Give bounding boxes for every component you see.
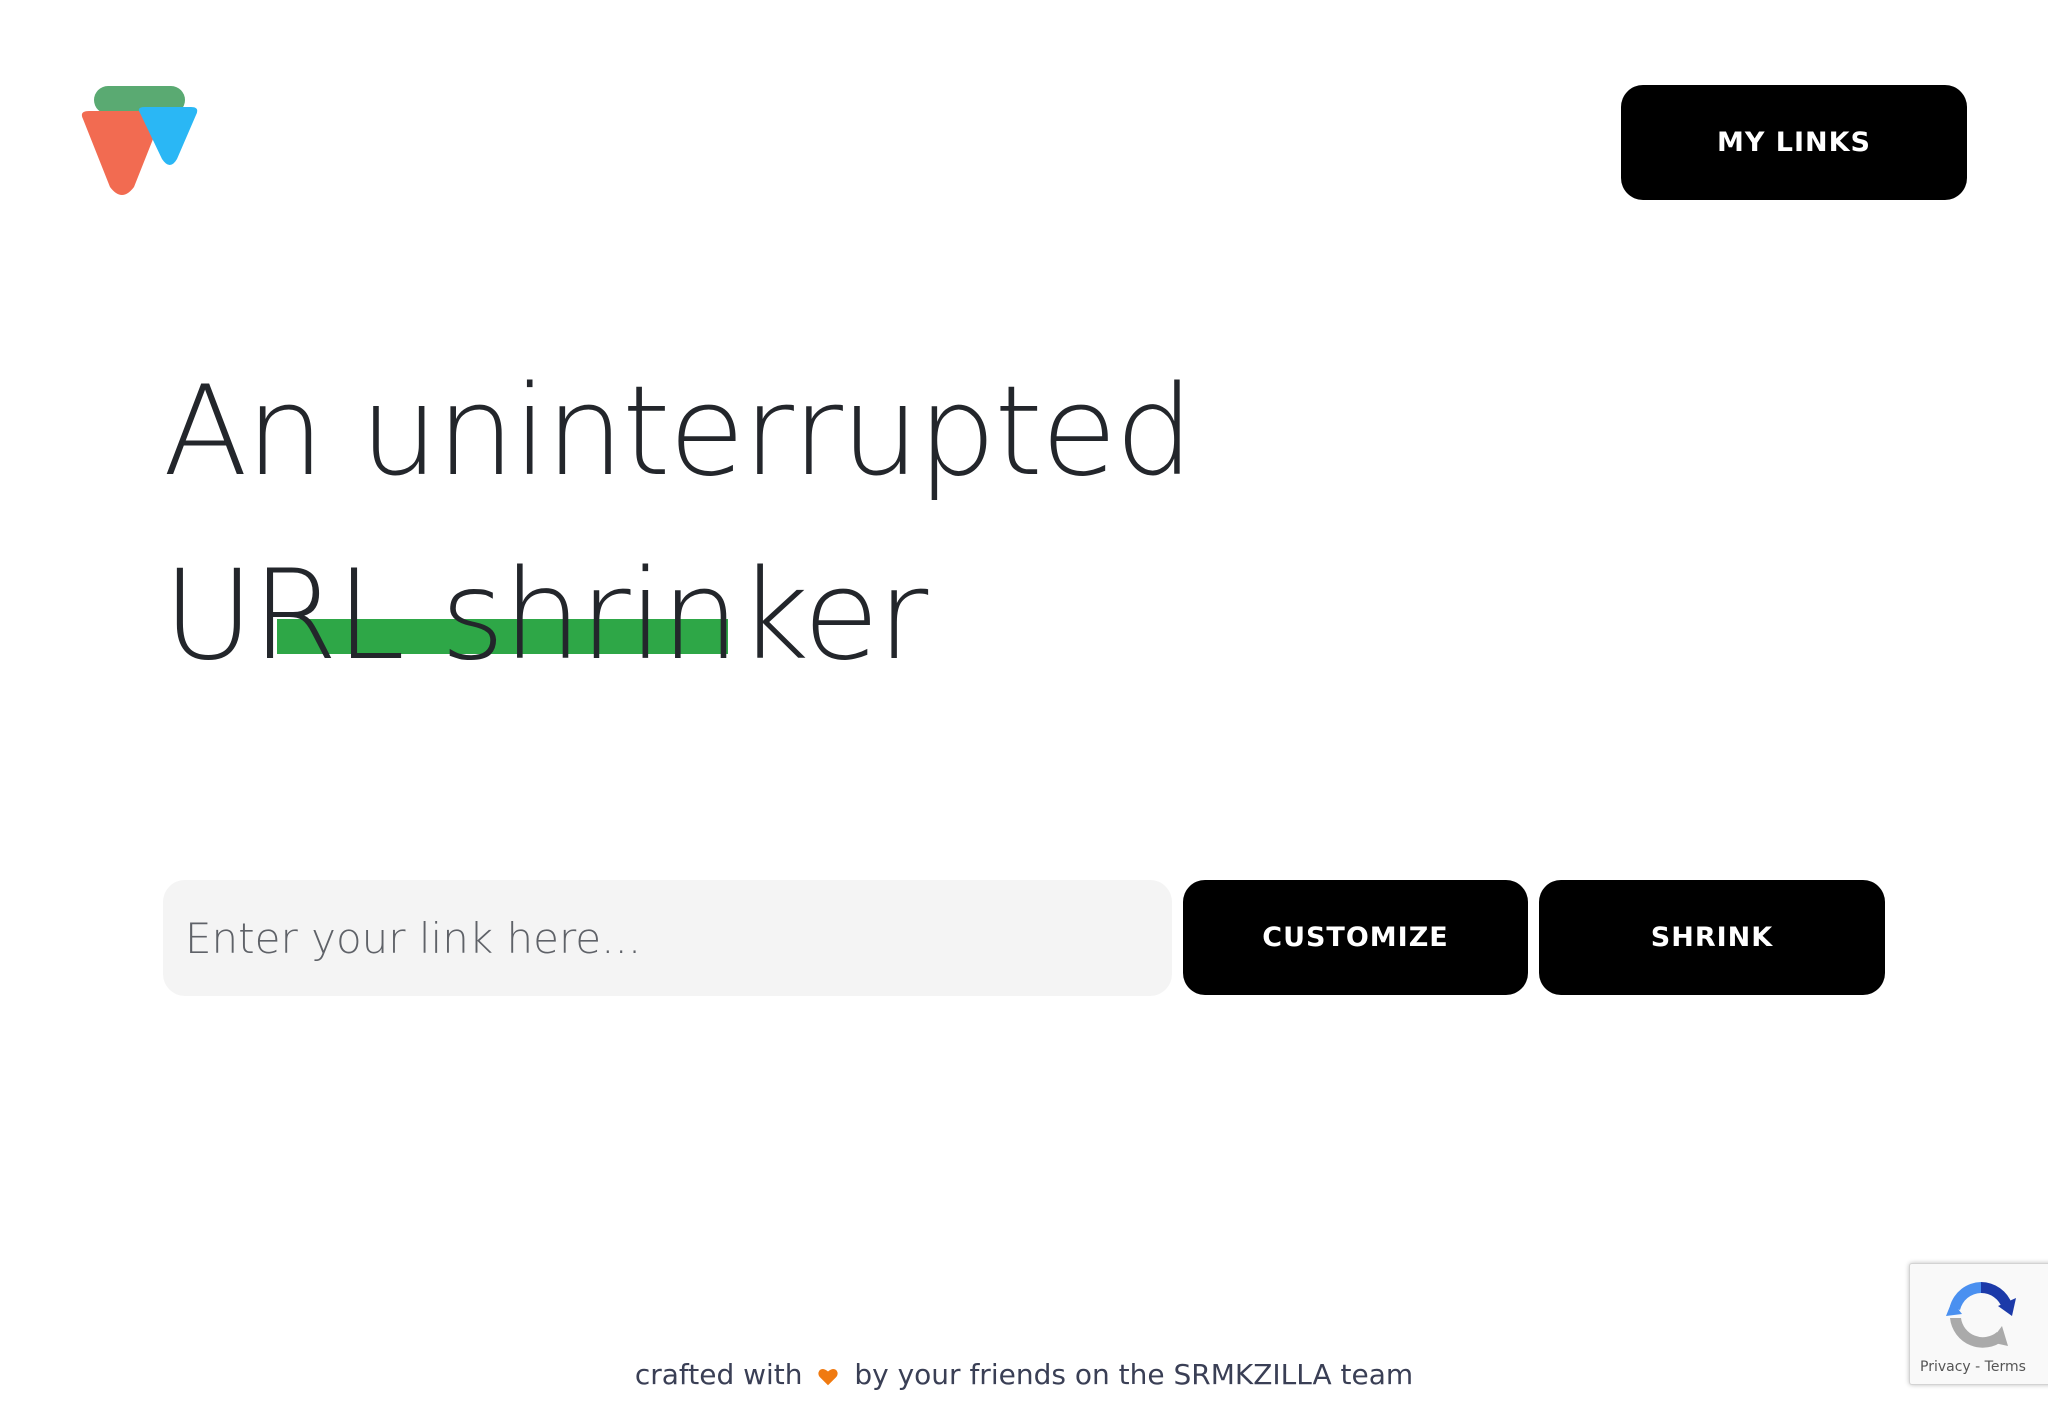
recaptcha-privacy-link[interactable]: Privacy: [1920, 1359, 1971, 1375]
my-links-button[interactable]: MY LINKS: [1621, 85, 1967, 200]
link-input[interactable]: [163, 880, 1172, 996]
customize-button[interactable]: CUSTOMIZE: [1183, 880, 1528, 995]
shrink-button[interactable]: SHRINK: [1539, 880, 1885, 995]
footer-suffix: by your friends on the SRMKZILLA team: [854, 1358, 1414, 1391]
footer-credit: crafted with by your friends on the SRMK…: [0, 1358, 2048, 1391]
recaptcha-separator: -: [1970, 1359, 1985, 1375]
srmkzilla-logo[interactable]: [79, 83, 199, 203]
recaptcha-badge[interactable]: Privacy - Terms: [1909, 1263, 2048, 1385]
link-input-container: [163, 880, 1172, 996]
hero-line-1: An uninterrupted: [163, 360, 1194, 504]
heart-icon: [817, 1362, 839, 1386]
recaptcha-terms-link[interactable]: Terms: [1985, 1359, 2026, 1375]
hero-heading: An uninterrupted URL shrinker: [163, 340, 1263, 708]
footer-prefix: crafted with: [634, 1358, 803, 1391]
recaptcha-icon: [1942, 1276, 2020, 1354]
recaptcha-links: Privacy - Terms: [1920, 1359, 2026, 1375]
hero-line-2: URL shrinker: [163, 544, 928, 688]
